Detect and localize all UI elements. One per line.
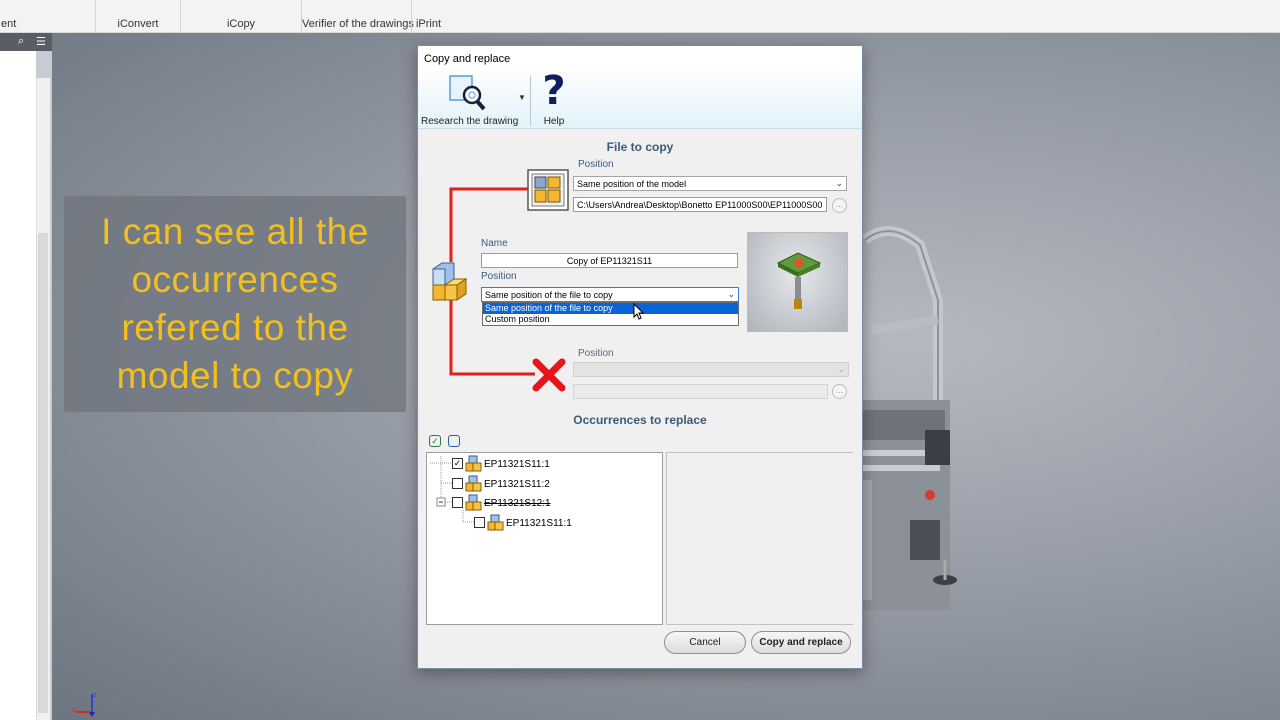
part-preview-image [776, 252, 822, 309]
model-preview [747, 232, 848, 332]
browse-path-button[interactable]: … [832, 198, 847, 213]
ribbon-group-label: iPrint [415, 18, 442, 30]
tree-node-label: EP11321S11:2 [484, 479, 550, 490]
dropdown-option[interactable]: Same position of the file to copy [483, 303, 738, 314]
ribbon-group-ent[interactable]: ent [0, 0, 95, 33]
node-checkbox[interactable] [452, 478, 463, 489]
remove-x-icon [532, 358, 566, 392]
research-drawing-button[interactable]: Research the drawing [421, 73, 519, 129]
assembly-file-icon[interactable] [527, 169, 569, 211]
ribbon-group-label: iCopy [226, 18, 256, 30]
dropdown-arrow-icon[interactable]: ▼ [518, 93, 526, 102]
caption-text: I can see all the occurrences refered to… [101, 211, 369, 396]
scrollbar-thumb[interactable] [38, 233, 48, 713]
ribbon-group-icopy[interactable]: iCopy [180, 0, 301, 33]
tree-node-label: EP11321S12:1 [484, 498, 551, 509]
cancel-button[interactable]: Cancel [664, 631, 746, 654]
occurrences-title: Occurrences to replace [573, 413, 707, 427]
mouse-cursor-icon [633, 303, 645, 320]
part-file-icon [432, 262, 468, 301]
tree-node[interactable]: ✓ EP11321S11:1 [452, 455, 572, 472]
machine-model [850, 226, 957, 610]
replace-position-label: Position [578, 348, 614, 359]
node-checkbox[interactable] [452, 497, 463, 508]
help-button[interactable]: ? Help [534, 68, 574, 129]
ribbon-group-iprint[interactable]: iPrint [411, 0, 445, 33]
node-checkbox[interactable]: ✓ [452, 458, 463, 469]
search-icon[interactable]: ⌕ [18, 35, 24, 48]
replace-path-field[interactable] [573, 384, 828, 399]
help-label: Help [543, 116, 565, 127]
model-browser: ⌕ ☰ [0, 33, 52, 720]
file-to-copy-title: File to copy [606, 140, 674, 154]
new-position-label: Position [481, 271, 517, 282]
new-position-value: Same position of the file to copy [485, 290, 613, 300]
ribbon-group-label: Verifier of the drawings [302, 18, 414, 30]
position-dropdown-list: Same position of the file to copy Custom… [482, 302, 739, 326]
chevron-down-icon: ⌄ [837, 364, 845, 374]
file-position-value: Same position of the model [577, 179, 687, 189]
dialog-title: Copy and replace [418, 46, 862, 71]
name-label: Name [481, 238, 508, 249]
svg-text:z: z [93, 691, 97, 699]
part-icon [487, 514, 504, 531]
ribbon-group-iconvert[interactable]: iConvert [95, 0, 180, 33]
tree-node[interactable]: EP11321S12:1 [452, 494, 572, 511]
ribbon-group-verifier[interactable]: Verifier of the drawings [301, 0, 414, 33]
copy-and-replace-button[interactable]: Copy and replace [751, 631, 851, 654]
new-name-field[interactable]: Copy of EP11321S11 [481, 253, 738, 268]
tree-node[interactable]: EP11321S11:2 [452, 475, 572, 492]
part-icon [465, 475, 482, 492]
new-position-select[interactable]: Same position of the file to copy ⌄ [481, 287, 739, 302]
video-caption: I can see all the occurrences refered to… [64, 196, 406, 412]
menu-icon[interactable]: ☰ [36, 35, 46, 48]
tree-node-label: EP11321S11:1 [506, 518, 572, 529]
occurrence-details-panel [666, 452, 853, 625]
chevron-down-icon: ⌄ [727, 289, 735, 299]
axis-triad: z x [72, 691, 97, 717]
file-path-field[interactable]: C:\Users\Andrea\Desktop\Bonetto EP11000S… [573, 197, 827, 212]
file-position-select[interactable]: Same position of the model ⌄ [573, 176, 847, 191]
check-all-icon[interactable]: ✓ [429, 435, 441, 447]
file-position-label: Position [578, 159, 614, 170]
dialog-toolbar: Research the drawing ▼ ? Help [418, 68, 862, 129]
replace-position-select[interactable]: ⌄ [573, 362, 849, 377]
ribbon-group-label: iConvert [117, 18, 159, 30]
part-icon [465, 455, 482, 472]
uncheck-all-icon[interactable] [448, 435, 460, 447]
research-drawing-label: Research the drawing [421, 116, 519, 127]
svg-text:x: x [72, 706, 76, 714]
research-drawing-icon [449, 75, 486, 111]
browser-pane [0, 51, 36, 720]
browse-replace-button[interactable]: … [832, 384, 847, 399]
ribbon: ent iConvert iCopy Verifier of the drawi… [0, 0, 1280, 33]
ribbon-group-label: ent [1, 18, 17, 30]
tree-node[interactable]: EP11321S11:1 [474, 514, 594, 531]
node-checkbox[interactable] [474, 517, 485, 528]
help-icon: ? [542, 68, 566, 114]
chevron-down-icon: ⌄ [835, 178, 843, 188]
dropdown-option[interactable]: Custom position [483, 314, 738, 325]
browser-header: ⌕ ☰ [0, 33, 52, 51]
assembly-icon [465, 494, 482, 511]
tree-node-label: EP11321S11:1 [484, 459, 550, 470]
toolbar-separator [530, 76, 531, 126]
